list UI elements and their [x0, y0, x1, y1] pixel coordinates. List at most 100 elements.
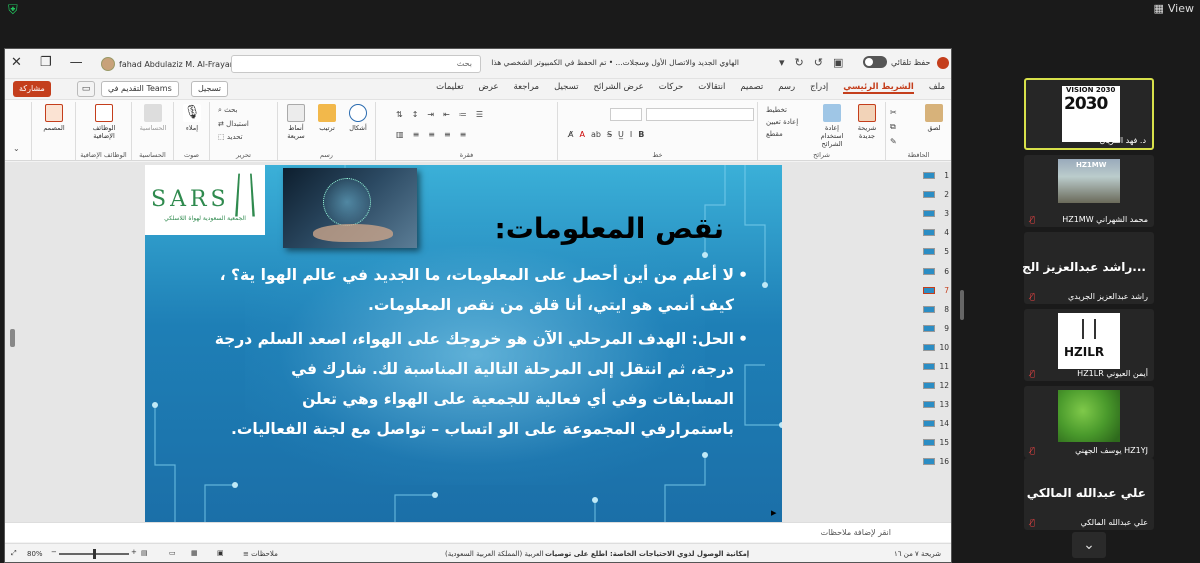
accessibility-status[interactable]: إمكانية الوصول لذوي الاحتياجات الخاصة: ا…: [545, 550, 749, 558]
participant-tile-3[interactable]: ...راشد عبدالعزيز الج 🎙̸ راشد عبدالعزيز …: [1022, 232, 1154, 304]
zoom-percentage[interactable]: 80%: [27, 550, 43, 558]
toggle-switch[interactable]: [863, 56, 887, 68]
slide-thumbnail[interactable]: 5: [923, 242, 951, 261]
undo-icon[interactable]: ↺: [814, 56, 823, 69]
outdent-icon[interactable]: ⇤: [443, 110, 450, 119]
user-account[interactable]: fahad Abdulaziz M. Al-Frayan: [101, 57, 235, 71]
view-button[interactable]: ▦ View: [1153, 2, 1194, 15]
align-left-icon[interactable]: ≡: [460, 130, 467, 139]
share-button[interactable]: مشاركة: [13, 81, 51, 97]
slide-title[interactable]: نقص المعلومات:: [495, 212, 724, 245]
chevron-down-icon[interactable]: ⌄: [1072, 532, 1106, 558]
dictate-button[interactable]: 🎙 إملاء: [178, 104, 206, 132]
zoom-out-icon[interactable]: −: [51, 548, 57, 556]
bold-icon[interactable]: B: [638, 130, 644, 139]
save-icon[interactable]: ▣: [833, 56, 843, 69]
indent-icon[interactable]: ⇥: [427, 110, 434, 119]
numbering-icon[interactable]: ≔: [459, 110, 467, 119]
slide-thumbnail[interactable]: 2: [923, 185, 951, 204]
quick-styles-button[interactable]: أنماط سريعة: [280, 104, 312, 140]
clear-format-icon[interactable]: A̸: [568, 130, 573, 139]
copy-icon[interactable]: ⧉: [890, 122, 897, 132]
paste-button[interactable]: لصق: [920, 104, 948, 132]
slide-body[interactable]: لا أعلم من أين أحصل على المعلومات، ما ال…: [214, 260, 748, 448]
slide-thumbnail[interactable]: 1: [923, 166, 951, 185]
align-right-icon[interactable]: ≡: [428, 130, 435, 139]
select-button[interactable]: ⬚ تحديد: [218, 133, 249, 141]
arrange-button[interactable]: ترتيب: [312, 104, 342, 132]
horizontal-scroll-handle[interactable]: [10, 329, 15, 347]
format-painter-icon[interactable]: ✎: [890, 137, 897, 146]
slide-sorter-icon[interactable]: ▦: [191, 549, 198, 557]
align-center-icon[interactable]: ≡: [444, 130, 451, 139]
customize-icon[interactable]: ▾: [779, 56, 785, 69]
highlight-icon[interactable]: ab: [591, 130, 601, 139]
record-button[interactable]: تسجيل: [191, 81, 228, 97]
slide-thumbnail[interactable]: 9: [923, 319, 951, 338]
cut-icon[interactable]: ✂: [890, 108, 897, 117]
tab-4[interactable]: تصميم: [740, 82, 763, 94]
underline-icon[interactable]: U̲: [618, 130, 624, 139]
participant-tile-4[interactable]: HZILR 🎙̸ أيمن العيوني HZ1LR: [1024, 309, 1154, 381]
slide-thumbnail[interactable]: 6: [923, 261, 951, 280]
minimize-icon[interactable]: —: [70, 55, 83, 70]
slide-thumbnail[interactable]: 7: [923, 281, 951, 300]
columns-icon[interactable]: ▥: [396, 130, 404, 139]
tab-1[interactable]: الشريط الرئيسي: [843, 82, 914, 94]
participant-tile-2[interactable]: HZ1MW 🎙̸ محمد الشهراني HZ1MW: [1024, 155, 1154, 227]
addins-button[interactable]: الوظائف الإضافية: [82, 104, 126, 140]
notes-pane[interactable]: انقر لإضافة ملاحظات: [5, 522, 951, 542]
slide-thumbnail[interactable]: 12: [923, 376, 951, 395]
slideshow-icon[interactable]: ▤: [141, 549, 148, 557]
shapes-button[interactable]: أشكال: [342, 104, 374, 132]
replace-button[interactable]: ⇄ استبدال: [218, 120, 249, 128]
slide-thumbnail[interactable]: 15: [923, 433, 951, 452]
designer-button[interactable]: المصمم: [36, 104, 72, 132]
shield-icon[interactable]: ⛨: [8, 4, 22, 18]
reading-view-icon[interactable]: ▭: [169, 549, 176, 557]
present-in-teams-button[interactable]: التقديم في Teams: [101, 81, 179, 97]
reuse-slides-button[interactable]: إعادة استخدام الشرائح: [814, 104, 850, 148]
strikethrough-icon[interactable]: S̶: [607, 130, 612, 139]
slide-thumbnail[interactable]: 10: [923, 338, 951, 357]
current-slide[interactable]: SARS الجمعية السعودية لهواة اللاسلكي نقص…: [145, 165, 782, 523]
slide-thumbnail[interactable]: 3: [923, 204, 951, 223]
tab-2[interactable]: إدراج: [810, 82, 828, 94]
sensitivity-button[interactable]: الحساسية: [136, 104, 170, 132]
slide-thumbnail[interactable]: 11: [923, 357, 951, 376]
layout-button[interactable]: تخطيط: [766, 106, 798, 114]
participant-tile-1[interactable]: VISION 2030 2030 د. فهد الفريان: [1024, 78, 1154, 150]
font-size-select[interactable]: [610, 108, 642, 121]
justify-icon[interactable]: ≡: [413, 130, 420, 139]
participant-tile-6[interactable]: علي عبدالله المالكي 🎙̸ علي عبدالله المال…: [1024, 458, 1154, 530]
tab-8[interactable]: تسجيل: [554, 82, 578, 94]
vertical-scrollbar[interactable]: [960, 290, 964, 320]
tab-3[interactable]: رسم: [778, 82, 795, 94]
slide-thumbnail[interactable]: 4: [923, 223, 951, 242]
search-input[interactable]: بحث: [231, 55, 481, 73]
collapse-ribbon-icon[interactable]: ⌄: [13, 144, 20, 153]
slide-thumbnail[interactable]: 13: [923, 395, 951, 414]
tab-5[interactable]: انتقالات: [698, 82, 725, 94]
restore-icon[interactable]: ❐: [40, 55, 52, 70]
document-title[interactable]: الهاوي الجديد والاتصال الأول وسجلات... •…: [489, 58, 739, 67]
tab-0[interactable]: ملف: [929, 82, 945, 94]
tab-6[interactable]: حركات: [659, 82, 684, 94]
comments-icon[interactable]: ▭: [77, 81, 95, 97]
tab-10[interactable]: عرض: [479, 82, 499, 94]
zoom-slider[interactable]: [59, 549, 129, 559]
font-name-select[interactable]: [646, 108, 754, 121]
font-color-icon[interactable]: A: [579, 130, 584, 139]
tab-11[interactable]: تعليمات: [436, 82, 463, 94]
tab-9[interactable]: مراجعة: [514, 82, 540, 94]
text-direction-icon[interactable]: ⇅: [396, 110, 403, 119]
zoom-in-icon[interactable]: +: [131, 548, 137, 556]
close-icon[interactable]: ✕: [11, 55, 22, 70]
autosave-toggle[interactable]: حفظ تلقائي: [863, 56, 930, 68]
slide-thumbnail[interactable]: 8: [923, 300, 951, 319]
reset-button[interactable]: إعادة تعيين: [766, 118, 798, 126]
slide-thumbnail[interactable]: 14: [923, 414, 951, 433]
redo-icon[interactable]: ↻: [795, 56, 804, 69]
find-button[interactable]: ⌕ بحث: [218, 106, 249, 115]
italic-icon[interactable]: I: [630, 130, 632, 139]
